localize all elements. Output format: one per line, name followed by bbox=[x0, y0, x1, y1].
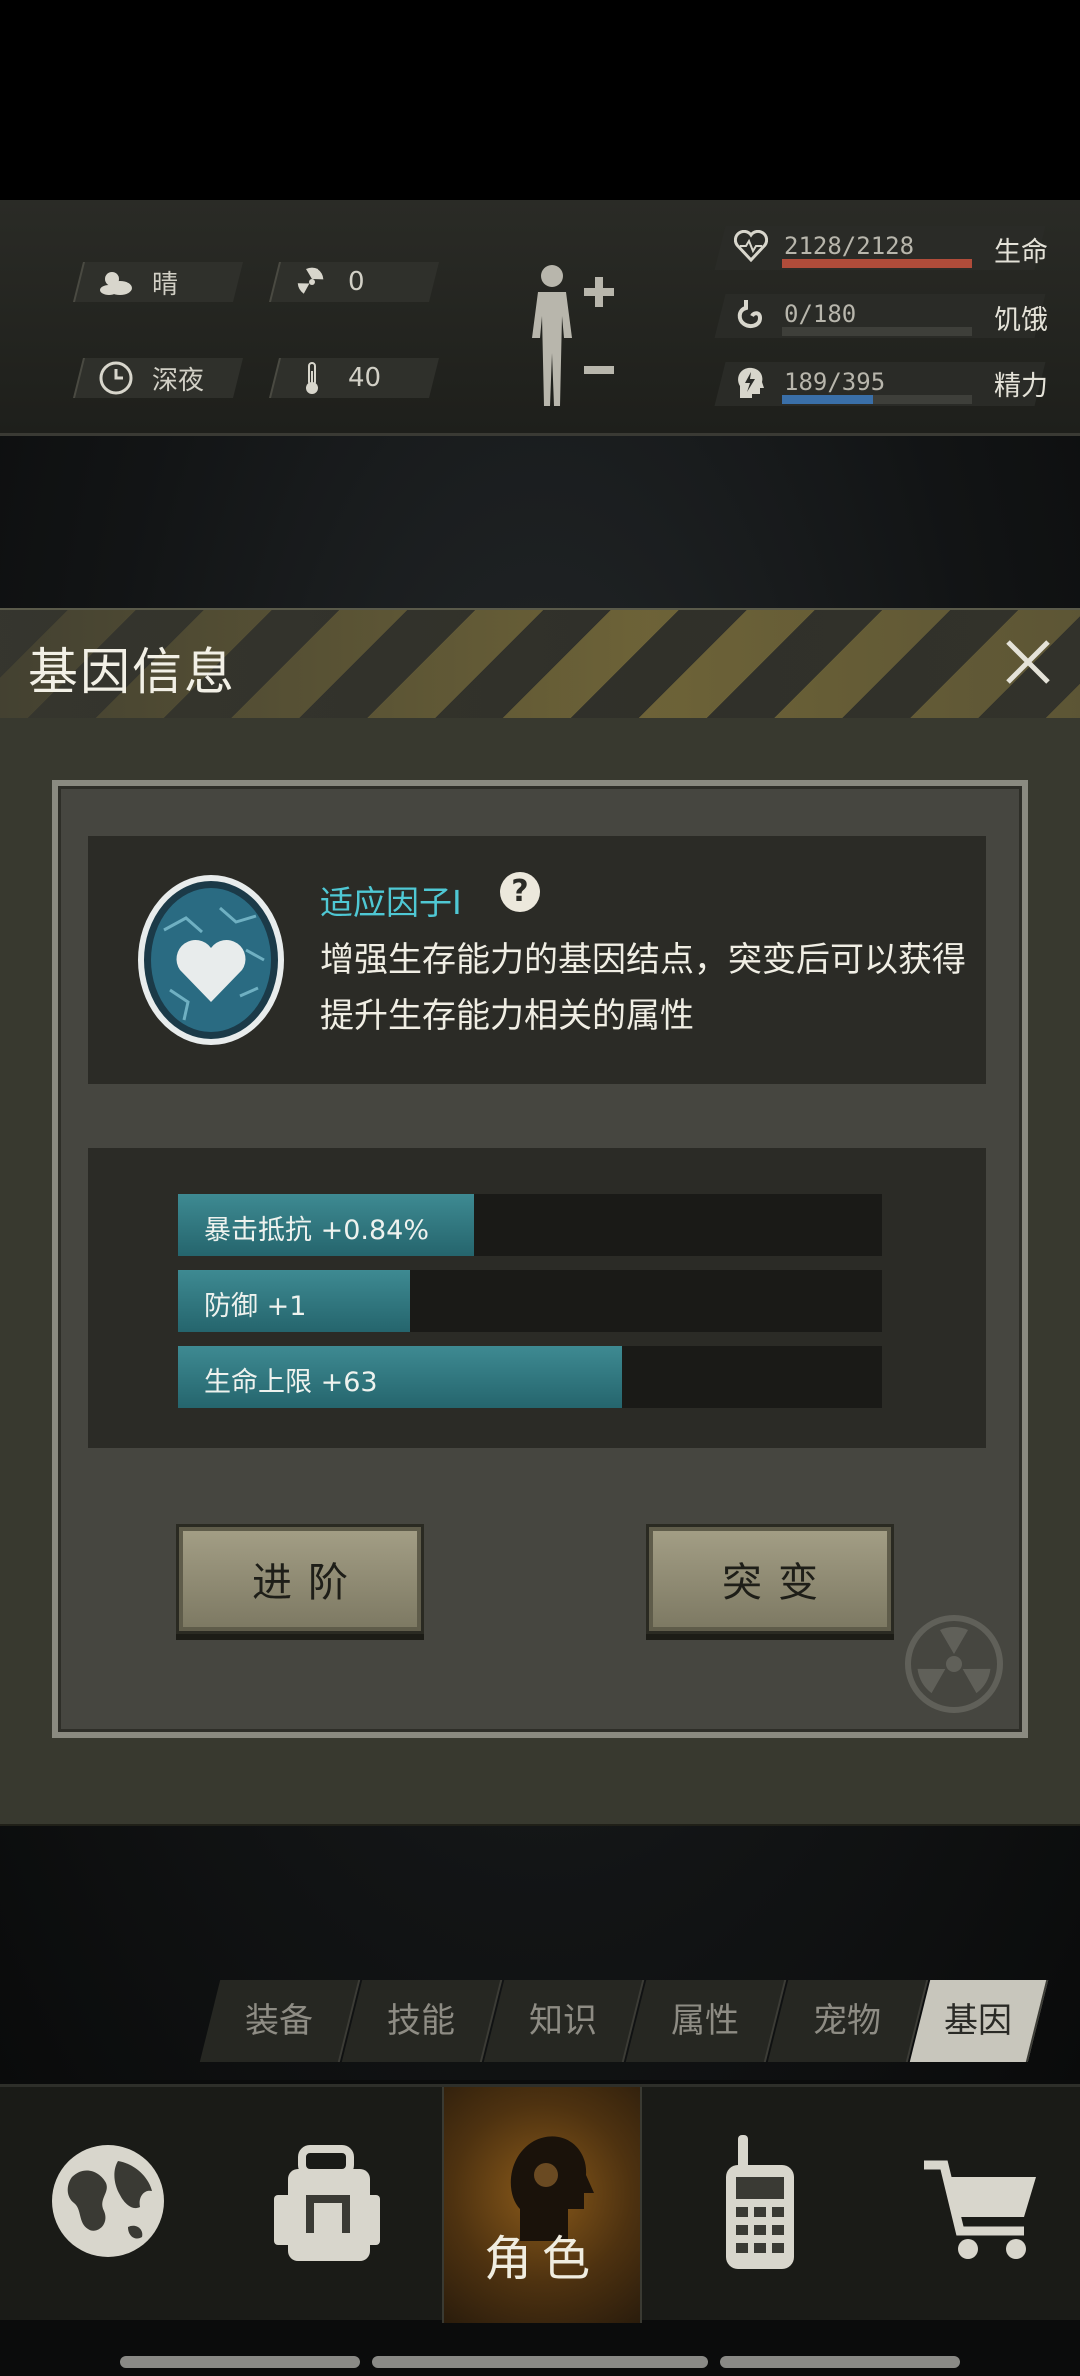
hunger-label: 饥饿 bbox=[994, 305, 1048, 336]
body-status-icon[interactable] bbox=[522, 258, 622, 408]
backpack-icon bbox=[274, 2145, 380, 2261]
advance-button-label: 进阶 bbox=[252, 1560, 364, 1606]
radiation-status: 0 bbox=[269, 262, 439, 302]
temperature-status: 40 bbox=[269, 358, 439, 398]
attribute-list: 暴击抵抗 +0.84% 防御 +1 生命上限 +63 bbox=[88, 1148, 986, 1448]
nav-radio[interactable] bbox=[660, 2087, 860, 2323]
nav-character-label: 角色 bbox=[483, 2231, 600, 2287]
gene-info-box: 适应因子Ⅰ ? 增强生存能力的基因结点，突变后可以获得提升生存能力相关的属性 bbox=[88, 836, 986, 1084]
tab-equipment[interactable]: 装备 bbox=[199, 1980, 361, 2062]
tab-label: 基因 bbox=[944, 2001, 1012, 2041]
attribute-label: 生命上限 +63 bbox=[204, 1367, 378, 1398]
help-icon[interactable]: ? bbox=[500, 872, 540, 912]
radiation-watermark-icon bbox=[905, 1615, 1003, 1713]
close-icon[interactable] bbox=[998, 632, 1058, 692]
health-label: 生命 bbox=[994, 237, 1048, 268]
gene-heart-icon bbox=[138, 875, 284, 1045]
system-gesture-bar bbox=[372, 2356, 708, 2368]
nav-map[interactable] bbox=[8, 2087, 208, 2323]
bottom-navigation: 角色 bbox=[0, 2084, 1080, 2323]
dialog-title: 基因信息 bbox=[28, 643, 236, 701]
health-bar bbox=[782, 259, 972, 268]
gene-panel: 适应因子Ⅰ ? 增强生存能力的基因结点，突变后可以获得提升生存能力相关的属性 暴… bbox=[52, 780, 1028, 1738]
time-status: 深夜 bbox=[73, 358, 243, 398]
thermometer-icon bbox=[294, 360, 330, 396]
hunger-value: 0/180 bbox=[784, 300, 857, 328]
tab-label: 装备 bbox=[245, 2001, 313, 2041]
system-gesture-bar bbox=[120, 2356, 360, 2368]
nav-character[interactable]: 角色 bbox=[442, 2087, 642, 2323]
system-gesture-bar bbox=[720, 2356, 960, 2368]
attribute-label: 防御 +1 bbox=[204, 1291, 307, 1322]
attribute-row: 生命上限 +63 bbox=[178, 1346, 882, 1408]
attribute-row: 防御 +1 bbox=[178, 1270, 882, 1332]
gene-name: 适应因子Ⅰ bbox=[320, 883, 462, 922]
energy-value: 189/395 bbox=[784, 368, 886, 396]
walkie-talkie-icon bbox=[726, 2135, 794, 2269]
tab-label: 技能 bbox=[387, 2001, 455, 2041]
tab-knowledge[interactable]: 知识 bbox=[483, 1980, 645, 2062]
gene-description: 增强生存能力的基因结点，突变后可以获得提升生存能力相关的属性 bbox=[320, 940, 966, 1036]
stomach-icon bbox=[734, 298, 770, 334]
advance-button[interactable]: 进阶 bbox=[176, 1524, 424, 1634]
weather-label: 晴 bbox=[152, 269, 179, 300]
radiation-value: 0 bbox=[348, 267, 365, 297]
hunger-bar bbox=[782, 327, 972, 336]
weather-status: 晴 bbox=[73, 262, 243, 302]
cloudy-sun-icon bbox=[98, 264, 134, 300]
radiation-icon bbox=[294, 264, 330, 300]
clock-icon bbox=[98, 360, 134, 396]
attribute-row: 暴击抵抗 +0.84% bbox=[178, 1194, 882, 1256]
attribute-label: 暴击抵抗 +0.84% bbox=[204, 1215, 429, 1246]
brain-energy-icon bbox=[734, 366, 770, 402]
tab-genes[interactable]: 基因 bbox=[909, 1980, 1049, 2062]
status-bar: 晴 0 深夜 40 2128/2128 生命 0/180 饥饿 189/395 … bbox=[0, 200, 1080, 436]
time-label: 深夜 bbox=[152, 365, 205, 396]
gene-info-dialog: 基因信息 适应因子Ⅰ ? 增强生存能力的基因结点，突变后可以获得提升生存能力相关… bbox=[0, 608, 1080, 1826]
mutate-button-label: 突变 bbox=[722, 1560, 834, 1606]
tab-pets[interactable]: 宠物 bbox=[767, 1980, 929, 2062]
tab-skills[interactable]: 技能 bbox=[341, 1980, 503, 2062]
energy-bar bbox=[782, 395, 972, 404]
tab-label: 知识 bbox=[529, 2001, 597, 2041]
tab-label: 属性 bbox=[671, 2001, 739, 2041]
tab-attributes[interactable]: 属性 bbox=[625, 1980, 787, 2062]
heart-icon bbox=[733, 229, 770, 266]
tab-label: 宠物 bbox=[813, 2001, 881, 2041]
health-value: 2128/2128 bbox=[784, 232, 915, 260]
nav-backpack[interactable] bbox=[226, 2087, 426, 2323]
top-black-area bbox=[0, 0, 1080, 200]
temperature-value: 40 bbox=[348, 363, 382, 393]
mutate-button[interactable]: 突变 bbox=[646, 1524, 894, 1634]
globe-icon bbox=[52, 2145, 164, 2257]
character-tabs: 装备 技能 知识 属性 宠物 基因 bbox=[198, 1980, 1054, 2062]
energy-label: 精力 bbox=[994, 371, 1048, 402]
cart-icon bbox=[924, 2160, 1036, 2259]
nav-shop[interactable] bbox=[880, 2087, 1080, 2323]
